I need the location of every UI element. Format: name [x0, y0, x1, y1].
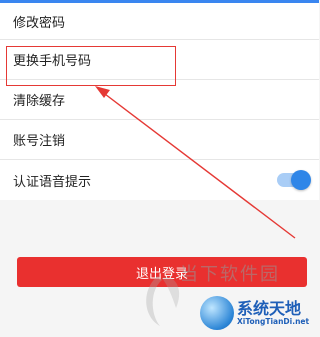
toggle-knob: [291, 170, 311, 190]
settings-item-label: 认证语音提示: [13, 174, 92, 190]
watermark-brand: 系统天地: [237, 299, 302, 318]
watermark-logo-icon: [200, 296, 234, 330]
settings-item-label: 清除缓存: [13, 94, 66, 109]
settings-list: 修改密码 更换手机号码 清除缓存 账号注销 认证语音提示: [0, 3, 319, 200]
settings-item-clear-cache[interactable]: 清除缓存: [0, 80, 319, 120]
settings-item-account-deletion[interactable]: 账号注销: [0, 120, 319, 160]
voice-prompt-toggle[interactable]: [277, 170, 311, 190]
settings-item-label: 更换手机号码: [13, 54, 92, 69]
settings-item-change-phone[interactable]: 更换手机号码: [0, 40, 319, 80]
watermark-text-top: 当下软件园: [180, 264, 280, 285]
watermark-url: XiTongTianDi.net: [237, 317, 310, 326]
settings-item-change-password[interactable]: 修改密码: [0, 3, 319, 40]
settings-item-label: 修改密码: [13, 15, 66, 31]
settings-item-label: 账号注销: [13, 134, 66, 149]
settings-item-voice-prompt: 认证语音提示: [0, 160, 319, 200]
